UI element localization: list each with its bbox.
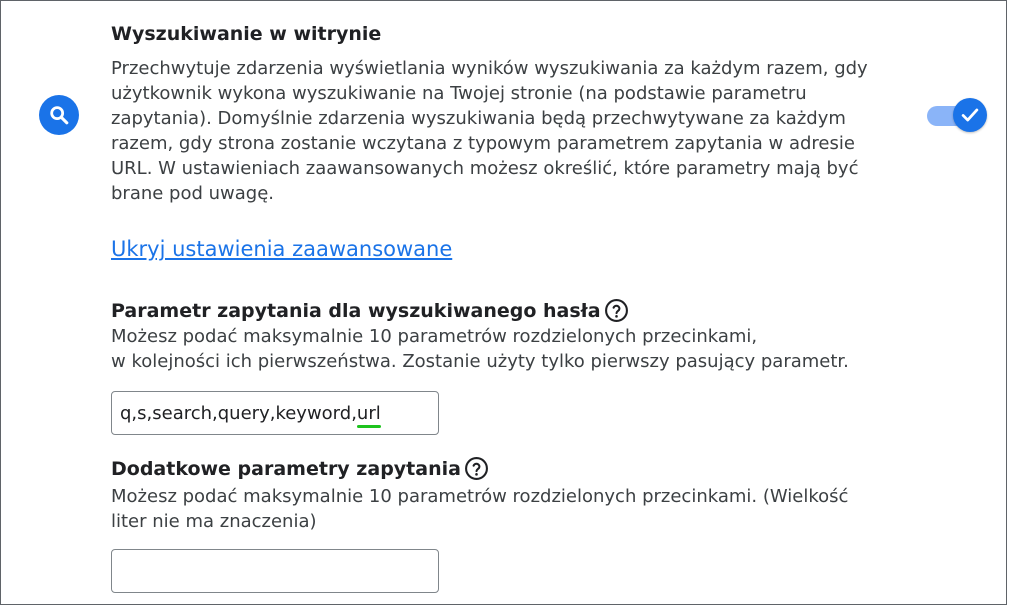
query-param-label: Parametr zapytania dla wyszukiwanego has… (111, 299, 601, 322)
additional-params-input[interactable] (111, 549, 439, 593)
help-circle-icon[interactable] (464, 456, 489, 481)
help-circle-icon[interactable] (604, 298, 629, 323)
query-param-heading: Parametr zapytania dla wyszukiwanego has… (111, 298, 629, 323)
query-param-input[interactable]: q,s,search,query,keyword,url (111, 391, 439, 435)
additional-params-help: Możesz podać maksymalnie 10 parametrów r… (111, 486, 849, 532)
site-search-description: Przechwytuje zdarzenia wyświetlania wyni… (111, 58, 868, 204)
spellcheck-underline (356, 424, 381, 428)
settings-panel: Wyszukiwanie w witrynie Przechwytuje zda… (0, 0, 1007, 605)
query-param-value: q,s,search,query,keyword,url (120, 403, 381, 428)
search-icon (39, 95, 79, 135)
additional-params-heading: Dodatkowe parametry zapytania (111, 456, 489, 481)
section-title-site-search: Wyszukiwanie w witrynie (111, 23, 382, 45)
query-param-help: Możesz podać maksymalnie 10 parametrów r… (111, 326, 849, 372)
hide-advanced-settings-link[interactable]: Ukryj ustawienia zaawansowane (111, 237, 452, 261)
site-search-toggle[interactable] (925, 97, 987, 133)
spellcheck-word: url (356, 403, 381, 428)
additional-params-label: Dodatkowe parametry zapytania (111, 457, 461, 480)
check-icon (953, 98, 987, 132)
